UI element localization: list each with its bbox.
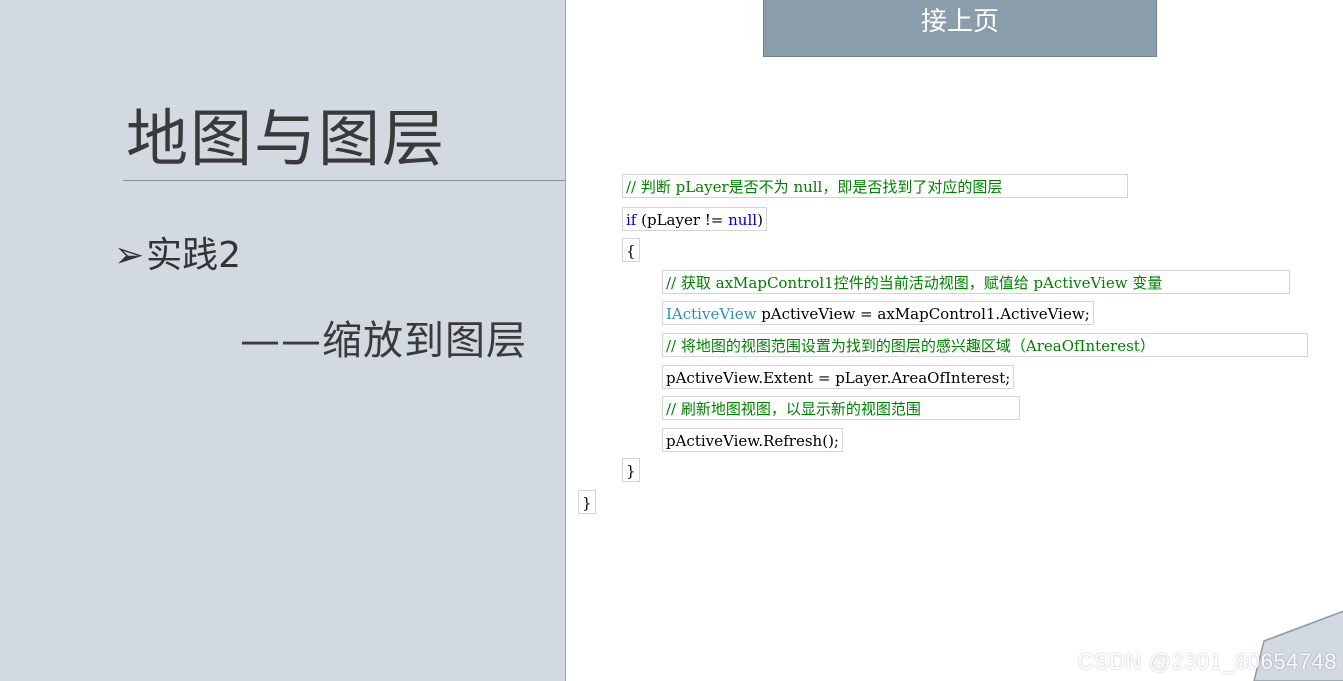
code-type: IActiveView	[666, 305, 757, 323]
title-divider	[123, 180, 565, 181]
code-statement-line: pActiveView.Extent = pLayer.AreaOfIntere…	[662, 365, 1015, 389]
code-comment-line: // 刷新地图视图，以显示新的视图范围	[662, 396, 1020, 420]
code-page: 接上页 // 判断 pLayer是否不为 null，即是否找到了对应的图层 if…	[565, 0, 1343, 681]
code-brace-line: }	[578, 490, 596, 514]
code-comment-line: // 获取 axMapControl1控件的当前活动视图，赋值给 pActive…	[662, 270, 1290, 294]
code-keyword: null	[728, 211, 758, 229]
code-comment-line: // 判断 pLayer是否不为 null，即是否找到了对应的图层	[622, 174, 1128, 198]
code-keyword: if	[626, 211, 637, 229]
code-text: pActiveView = axMapControl1.ActiveView;	[756, 305, 1090, 323]
slide-title: 地图与图层	[126, 102, 447, 175]
code-text: (pLayer !=	[636, 211, 729, 229]
slide-subtitle: ——缩放到图层	[240, 318, 527, 364]
code-brace-line: }	[622, 458, 640, 482]
arrow-bullet-icon: ➢	[114, 235, 145, 276]
code-brace-line: {	[622, 238, 640, 262]
code-text: )	[757, 211, 763, 229]
continued-banner: 接上页	[763, 0, 1157, 57]
code-comment-line: // 将地图的视图范围设置为找到的图层的感兴趣区域（AreaOfInterest…	[662, 333, 1308, 357]
slide-left-panel: 地图与图层 ➢实践2 ——缩放到图层	[0, 0, 565, 681]
bullet-text: 实践2	[146, 235, 242, 276]
code-statement-line: pActiveView.Refresh();	[662, 428, 843, 452]
bullet-item: ➢实践2	[114, 226, 241, 278]
code-if-line: if (pLayer != null)	[622, 207, 767, 231]
watermark: CSDN @2301_80654748	[1077, 649, 1337, 674]
code-statement-line: IActiveView pActiveView = axMapControl1.…	[662, 301, 1094, 325]
